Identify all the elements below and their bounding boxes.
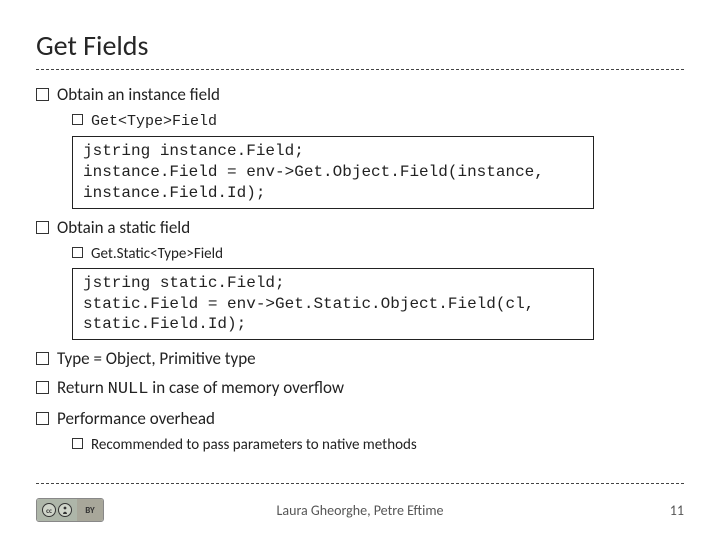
checkbox-icon bbox=[36, 88, 49, 101]
slide-title: Get Fields bbox=[36, 28, 684, 63]
slide: Get Fields Obtain an instance field Get<… bbox=[0, 0, 720, 455]
checkbox-icon bbox=[36, 412, 49, 425]
bullet-return-null: Return NULL in case of memory overflow bbox=[36, 377, 684, 402]
footer-authors: Laura Gheorghe, Petre Eftime bbox=[0, 502, 720, 519]
slide-footer: cc BY Laura Gheorghe, Petre Eftime 11 bbox=[0, 498, 720, 522]
checkbox-icon bbox=[72, 438, 83, 449]
subbullet-text: Get.Static<Type>Field bbox=[91, 245, 223, 263]
bullet-text-pre: Return bbox=[57, 377, 108, 398]
subbullet-text: Get<Type>Field bbox=[91, 113, 217, 130]
bullet-text-mono: NULL bbox=[108, 380, 149, 399]
bullet-text: Performance overhead bbox=[57, 408, 215, 429]
checkbox-icon bbox=[36, 352, 49, 365]
bullet-text-post: in case of memory overflow bbox=[148, 377, 344, 398]
bullet-text: Obtain an instance field bbox=[57, 84, 220, 105]
code-block-static: jstring static.Field; static.Field = env… bbox=[72, 268, 594, 340]
bullet-text: Obtain a static field bbox=[57, 217, 190, 238]
bullet-obtain-instance: Obtain an instance field bbox=[36, 84, 684, 107]
bullet-text: Type = Object, Primitive type bbox=[57, 348, 256, 369]
subbullet-recommended: Recommended to pass parameters to native… bbox=[72, 435, 684, 455]
subbullet-getstatic: Get.Static<Type>Field bbox=[72, 244, 684, 264]
subbullet-gettype: Get<Type>Field bbox=[72, 111, 684, 132]
code-block-instance: jstring instance.Field; instance.Field =… bbox=[72, 136, 594, 208]
checkbox-icon bbox=[72, 114, 83, 125]
footer-divider bbox=[36, 483, 684, 484]
bullet-performance: Performance overhead bbox=[36, 408, 684, 431]
checkbox-icon bbox=[72, 247, 83, 258]
subbullet-text: Recommended to pass parameters to native… bbox=[91, 436, 417, 454]
title-divider bbox=[36, 69, 684, 70]
bullet-obtain-static: Obtain a static field bbox=[36, 217, 684, 240]
bullet-type: Type = Object, Primitive type bbox=[36, 348, 684, 371]
checkbox-icon bbox=[36, 221, 49, 234]
slide-content: Obtain an instance field Get<Type>Field … bbox=[36, 84, 684, 455]
checkbox-icon bbox=[36, 381, 49, 394]
